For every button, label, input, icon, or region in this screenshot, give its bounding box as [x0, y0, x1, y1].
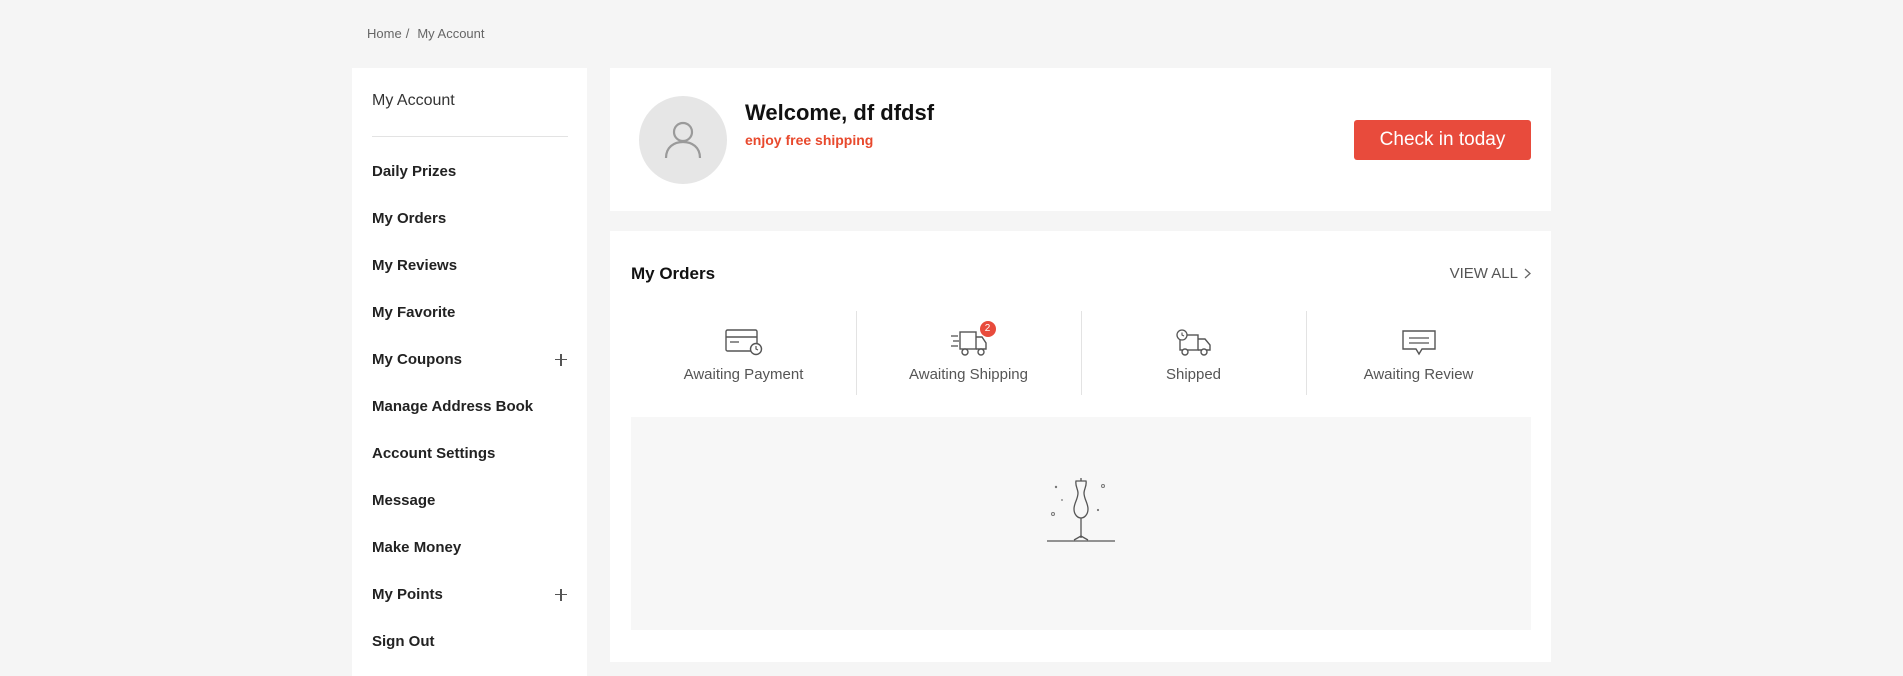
welcome-subtitle: enjoy free shipping	[745, 132, 874, 148]
expand-plus-icon[interactable]	[555, 353, 567, 366]
orders-card: My Orders VIEW ALL Awaiting Payment 2 Aw…	[610, 231, 1551, 662]
account-sidebar: My Account Daily Prizes My Orders My Rev…	[352, 68, 587, 676]
sidebar-item-my-favorite[interactable]: My Favorite	[352, 289, 587, 336]
sidebar-item-label: My Coupons	[372, 351, 462, 368]
sidebar-item-my-points[interactable]: My Points	[352, 571, 587, 618]
comment-icon	[1401, 330, 1436, 356]
status-awaiting-review[interactable]: Awaiting Review	[1306, 311, 1531, 395]
sidebar-item-daily-prizes[interactable]: Daily Prizes	[352, 148, 587, 195]
avatar[interactable]	[639, 96, 727, 184]
status-label: Awaiting Review	[1363, 366, 1474, 383]
sidebar-item-my-reviews[interactable]: My Reviews	[352, 242, 587, 289]
dress-form-icon	[1047, 478, 1115, 542]
sidebar-item-account-settings[interactable]: Account Settings	[352, 430, 587, 477]
sidebar-item-label: Make Money	[372, 539, 462, 556]
welcome-card: Welcome, df dfdsf enjoy free shipping Ch…	[610, 68, 1551, 211]
breadcrumb-separator: /	[405, 26, 410, 41]
sidebar-divider	[372, 136, 568, 137]
breadcrumb: Home / My Account	[367, 26, 485, 41]
status-awaiting-shipping[interactable]: 2 Awaiting Shipping	[856, 311, 1081, 395]
sidebar-item-label: My Points	[372, 586, 443, 603]
sidebar-item-label: My Favorite	[372, 304, 456, 321]
welcome-title: Welcome, df dfdsf	[745, 100, 935, 125]
chevron-right-icon	[1524, 268, 1531, 279]
sidebar-item-make-money[interactable]: Make Money	[352, 524, 587, 571]
sidebar-item-sign-out[interactable]: Sign Out	[352, 618, 587, 665]
expand-plus-icon[interactable]	[555, 588, 567, 601]
check-in-button[interactable]: Check in today	[1354, 120, 1531, 160]
sidebar-menu: Daily Prizes My Orders My Reviews My Fav…	[352, 148, 587, 665]
orders-empty-state	[631, 417, 1531, 630]
sidebar-title[interactable]: My Account	[372, 92, 455, 110]
sidebar-item-label: Message	[372, 492, 436, 509]
sidebar-item-label: My Reviews	[372, 257, 458, 274]
status-label: Awaiting Payment	[683, 366, 804, 383]
sidebar-item-label: Account Settings	[372, 445, 496, 462]
sidebar-item-label: Daily Prizes	[372, 163, 457, 180]
sidebar-item-label: My Orders	[372, 210, 447, 227]
sidebar-item-address-book[interactable]: Manage Address Book	[352, 383, 587, 430]
status-count-badge: 2	[979, 321, 996, 337]
card-clock-icon	[724, 329, 762, 356]
view-all-label: VIEW ALL	[1449, 265, 1518, 282]
orders-title: My Orders	[631, 264, 716, 283]
breadcrumb-current: My Account	[417, 26, 485, 41]
sidebar-item-my-coupons[interactable]: My Coupons	[352, 336, 587, 383]
status-awaiting-payment[interactable]: Awaiting Payment	[631, 311, 856, 395]
sidebar-item-my-orders[interactable]: My Orders	[352, 195, 587, 242]
sidebar-item-label: Sign Out	[372, 633, 435, 650]
truck-clock-icon	[1175, 329, 1211, 356]
user-icon	[664, 121, 702, 159]
sidebar-item-label: Manage Address Book	[372, 398, 534, 415]
status-label: Awaiting Shipping	[909, 366, 1028, 383]
order-status-row: Awaiting Payment 2 Awaiting Shipping Shi…	[631, 311, 1531, 395]
sidebar-item-message[interactable]: Message	[352, 477, 587, 524]
view-all-link[interactable]: VIEW ALL	[1450, 265, 1531, 282]
status-shipped[interactable]: Shipped	[1081, 311, 1306, 395]
status-label: Shipped	[1165, 366, 1222, 383]
breadcrumb-home-link[interactable]: Home	[367, 26, 402, 41]
